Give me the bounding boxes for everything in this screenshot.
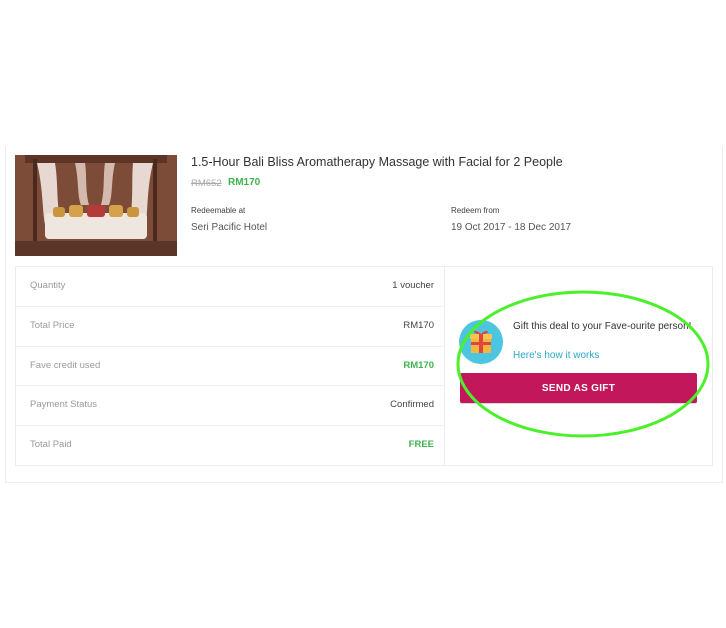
redeemable-label: Redeemable at [191,206,246,215]
row-label: Fave credit used [30,360,101,371]
table-divider [444,267,445,465]
table-row: Quantity 1 voucher [16,267,444,306]
table-row: Fave credit used RM170 [16,346,444,386]
table-row: Total Paid FREE [16,425,444,465]
row-value: RM170 [403,320,434,331]
gift-box-icon [459,320,503,364]
row-label: Total Paid [30,439,72,450]
deal-price: RM170 [228,177,261,188]
table-row: Payment Status Confirmed [16,385,444,425]
row-label: Total Price [30,320,75,331]
send-as-gift-button[interactable]: SEND AS GIFT [460,373,697,403]
canopy-bed-illustration [15,155,177,256]
row-value: FREE [408,439,434,450]
redeem-from-value: 19 Oct 2017 - 18 Dec 2017 [451,222,572,233]
order-summary-table: Quantity 1 voucher Total Price RM170 Fav… [15,266,713,466]
table-row: Total Price RM170 [16,306,444,346]
row-label: Payment Status [30,399,98,410]
gift-description: Gift this deal to your Fave-ourite perso… [513,321,692,332]
row-value: 1 voucher [392,280,434,291]
deal-image[interactable] [15,155,177,256]
row-value: RM170 [403,360,434,371]
how-it-works-link[interactable]: Here's how it works [513,350,599,361]
original-price: RM652 [191,178,222,189]
row-value: Confirmed [390,399,434,410]
redeem-from-label: Redeem from [451,206,500,215]
deal-title[interactable]: 1.5-Hour Bali Bliss Aromatherapy Massage… [191,155,563,169]
row-label: Quantity [30,280,66,291]
redeemable-value: Seri Pacific Hotel [191,222,268,233]
